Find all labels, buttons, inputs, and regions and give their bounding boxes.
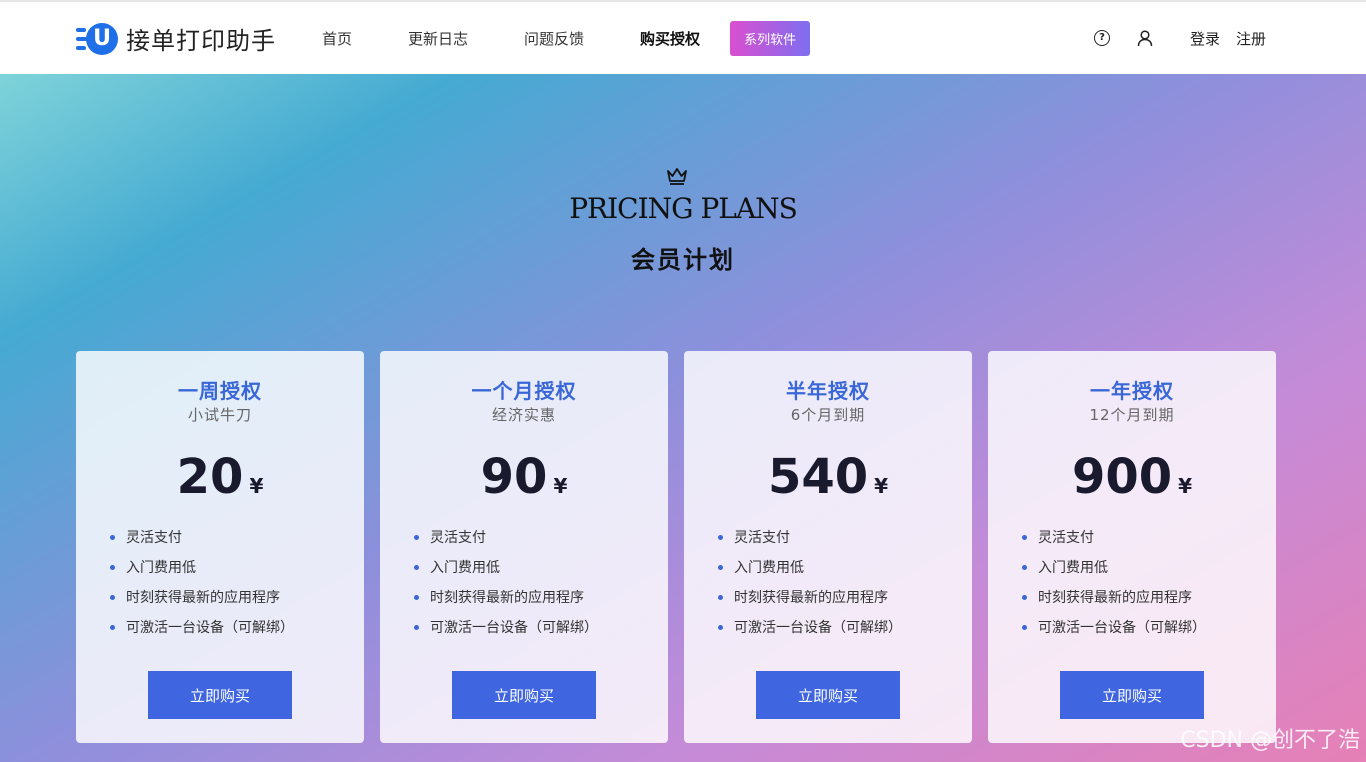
plan-subtitle: 6个月到期	[790, 406, 866, 424]
user-icon[interactable]	[1136, 29, 1154, 47]
plan-price: 900 ¥	[988, 449, 1276, 505]
buy-now-button[interactable]: 立即购买	[452, 671, 596, 719]
pricing-title: PRICING PLANS	[569, 192, 798, 225]
logo-icon: U	[76, 22, 118, 56]
feature-item: 可激活一台设备（可解绑）	[110, 618, 294, 648]
pricing-subtitle: 会员计划	[631, 246, 735, 274]
price-value: 90	[480, 449, 548, 505]
help-icon[interactable]: ?	[1093, 30, 1110, 46]
currency-symbol: ¥	[874, 474, 889, 498]
feature-item: 可激活一台设备（可解绑）	[718, 618, 902, 648]
currency-symbol: ¥	[553, 474, 568, 498]
currency-symbol: ¥	[249, 474, 264, 498]
feature-item: 时刻获得最新的应用程序	[414, 588, 598, 618]
price-value: 900	[1071, 449, 1173, 505]
plan-title: 半年授权	[786, 379, 870, 403]
feature-list: 灵活支付 入门费用低 时刻获得最新的应用程序 可激活一台设备（可解绑）	[718, 528, 902, 648]
feature-list: 灵活支付 入门费用低 时刻获得最新的应用程序 可激活一台设备（可解绑）	[110, 528, 294, 648]
currency-symbol: ¥	[1178, 474, 1193, 498]
register-link[interactable]: 注册	[1236, 28, 1266, 49]
plan-card-month: 一个月授权 经济实惠 90 ¥ 灵活支付 入门费用低 时刻获得最新的应用程序 可激…	[380, 351, 668, 743]
feature-item: 灵活支付	[1022, 528, 1206, 558]
plan-card-half-year: 半年授权 6个月到期 540 ¥ 灵活支付 入门费用低 时刻获得最新的应用程序 可…	[684, 351, 972, 743]
feature-item: 时刻获得最新的应用程序	[110, 588, 294, 618]
pricing-section: PRICING PLANS 会员计划 一周授权 小试牛刀 20 ¥ 灵活支付 入门…	[0, 74, 1366, 762]
buy-now-button[interactable]: 立即购买	[148, 671, 292, 719]
feature-item: 入门费用低	[1022, 558, 1206, 588]
plan-title: 一周授权	[178, 379, 262, 403]
feature-item: 时刻获得最新的应用程序	[718, 588, 902, 618]
series-software-button[interactable]: 系列软件	[730, 20, 811, 56]
feature-item: 灵活支付	[718, 528, 902, 558]
plan-title: 一个月授权	[471, 379, 577, 403]
feature-item: 可激活一台设备（可解绑）	[1022, 618, 1206, 648]
feature-item: 入门费用低	[110, 558, 294, 588]
nav-home[interactable]: 首页	[322, 28, 352, 49]
plan-price: 90 ¥	[380, 449, 668, 505]
main-nav: 首页 更新日志 问题反馈 购买授权 系列软件	[322, 2, 811, 74]
site-header: U 接单打印助手 首页 更新日志 问题反馈 购买授权 系列软件 ? 登录 注册	[0, 2, 1366, 74]
feature-item: 时刻获得最新的应用程序	[1022, 588, 1206, 618]
plan-price: 540 ¥	[684, 449, 972, 505]
plan-card-week: 一周授权 小试牛刀 20 ¥ 灵活支付 入门费用低 时刻获得最新的应用程序 可激活…	[76, 351, 364, 743]
feature-list: 灵活支付 入门费用低 时刻获得最新的应用程序 可激活一台设备（可解绑）	[1022, 528, 1206, 648]
feature-item: 可激活一台设备（可解绑）	[414, 618, 598, 648]
feature-item: 灵活支付	[110, 528, 294, 558]
price-value: 20	[176, 449, 244, 505]
plan-subtitle: 经济实惠	[491, 406, 556, 424]
logo-text: 接单打印助手	[126, 27, 276, 55]
plan-title: 一年授权	[1090, 379, 1174, 403]
price-value: 540	[767, 449, 869, 505]
nav-feedback[interactable]: 问题反馈	[524, 28, 584, 49]
feature-item: 灵活支付	[414, 528, 598, 558]
plan-price: 20 ¥	[76, 449, 364, 505]
feature-item: 入门费用低	[414, 558, 598, 588]
header-actions: ? 登录 注册	[1093, 2, 1266, 74]
plan-subtitle: 小试牛刀	[187, 406, 252, 424]
nav-changelog[interactable]: 更新日志	[408, 28, 468, 49]
crown-icon	[667, 168, 687, 185]
nav-buy-license[interactable]: 购买授权	[640, 28, 700, 49]
buy-now-button[interactable]: 立即购买	[1060, 671, 1204, 719]
login-link[interactable]: 登录	[1190, 28, 1220, 49]
feature-item: 入门费用低	[718, 558, 902, 588]
plan-card-year: 一年授权 12个月到期 900 ¥ 灵活支付 入门费用低 时刻获得最新的应用程序 …	[988, 351, 1276, 743]
plan-subtitle: 12个月到期	[1089, 406, 1175, 424]
feature-list: 灵活支付 入门费用低 时刻获得最新的应用程序 可激活一台设备（可解绑）	[414, 528, 598, 648]
logo[interactable]: U 接单打印助手	[76, 21, 276, 56]
watermark: CSDN @创不了浩	[1180, 728, 1360, 753]
buy-now-button[interactable]: 立即购买	[756, 671, 900, 719]
